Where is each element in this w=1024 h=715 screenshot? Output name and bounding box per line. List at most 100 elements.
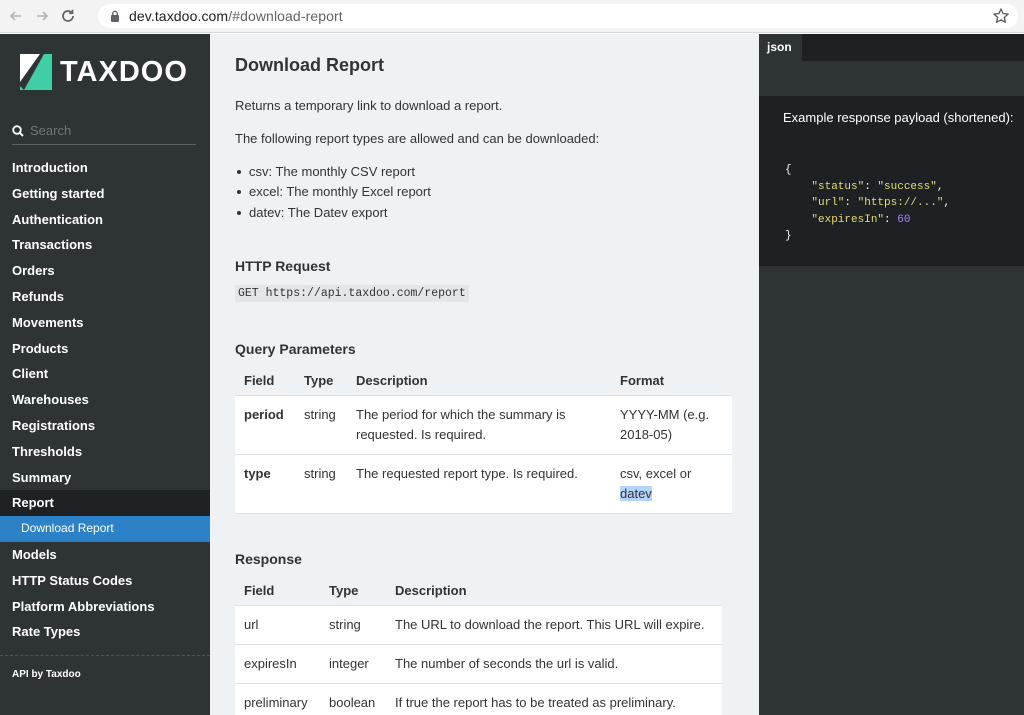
cell-field: period	[235, 394, 295, 454]
sidebar-footer-link[interactable]: API by Taxdoo	[12, 669, 81, 680]
table-row: period string The period for which the s…	[235, 394, 732, 454]
address-bar[interactable]: dev.taxdoo.com/#download-report	[98, 4, 1018, 28]
table-row: url string The URL to download the repor…	[235, 604, 722, 644]
sidebar-item-thresholds[interactable]: Thresholds	[0, 439, 210, 465]
sidebar-item-orders[interactable]: Orders	[0, 258, 210, 284]
reload-button[interactable]	[58, 6, 78, 26]
code-sample: { "status": "success", "url": "https://.…	[759, 140, 1024, 266]
sidebar-item-report[interactable]: Report	[0, 490, 210, 517]
cell-field: url	[235, 604, 320, 644]
code-key: "url"	[811, 197, 845, 209]
column-header: Field	[244, 583, 275, 599]
browser-toolbar: dev.taxdoo.com/#download-report	[0, 0, 1024, 33]
http-request-code: GET https://api.taxdoo.com/report	[235, 285, 469, 302]
selected-text: datev	[620, 485, 652, 501]
response-table: Field Type Description url string The UR…	[235, 577, 722, 715]
code-key: "expiresIn"	[811, 213, 885, 226]
table-row: expiresIn integer The number of seconds …	[235, 643, 722, 683]
tab-json[interactable]: json	[759, 34, 802, 61]
cell-type: string	[320, 604, 386, 644]
sidebar-item-products[interactable]: Products	[0, 336, 210, 362]
search-icon	[12, 125, 24, 137]
bookmark-star-icon[interactable]	[992, 7, 1010, 25]
table-row: preliminary boolean If true the report h…	[235, 682, 722, 715]
cell-description: The requested report type. Is required.	[347, 453, 611, 514]
cell-description: The URL to download the report. This URL…	[386, 604, 722, 644]
sidebar-item-warehouses[interactable]: Warehouses	[0, 387, 210, 413]
reload-icon	[62, 9, 74, 22]
cell-field: type	[235, 453, 295, 514]
language-tab-bar: json	[759, 34, 1024, 61]
lock-icon	[111, 10, 119, 22]
code-brace: }	[785, 230, 792, 242]
query-parameters-heading: Query Parameters	[235, 341, 356, 357]
table-row: type string The requested report type. I…	[235, 453, 732, 514]
main-content: Download Report Returns a temporary link…	[210, 34, 759, 715]
column-header: Format	[620, 373, 665, 389]
cell-format: YYYY-MM (e.g. 2018-05)	[611, 394, 732, 454]
forward-button[interactable]	[32, 6, 52, 26]
cell-type: integer	[320, 643, 386, 683]
code-key: "status"	[811, 180, 865, 193]
table-header-row: Field Type Description Format	[235, 367, 732, 395]
taxdoo-logo-icon	[20, 54, 52, 90]
logo[interactable]: TAXDOO	[20, 54, 188, 90]
cell-type: string	[295, 453, 347, 514]
cell-description: The number of seconds the url is valid.	[386, 643, 722, 683]
url-path: /#download-report	[228, 8, 343, 24]
sidebar-item-rate-types[interactable]: Rate Types	[0, 619, 210, 645]
code-brace: {	[785, 164, 792, 176]
sidebar-item-platform-abbreviations[interactable]: Platform Abbreviations	[0, 594, 210, 620]
intro-text: Returns a temporary link to download a r…	[235, 98, 503, 113]
column-header: Type	[329, 583, 359, 599]
cell-description: If true the report has to be treated as …	[386, 682, 722, 715]
arrow-right-icon	[37, 11, 49, 21]
cell-description: The period for which the summary is requ…	[347, 394, 611, 454]
search-input[interactable]	[30, 122, 190, 138]
arrow-left-icon	[9, 11, 21, 21]
sidebar-item-client[interactable]: Client	[0, 361, 210, 387]
cell-format: csv, excel or datev	[611, 453, 732, 514]
sidebar: TAXDOO Introduction Getting started Auth…	[0, 34, 210, 715]
logo-text: TAXDOO	[60, 55, 188, 88]
query-parameters-table: Field Type Description Format period str…	[235, 367, 732, 514]
sidebar-divider	[0, 655, 210, 656]
back-button[interactable]	[6, 6, 26, 26]
url-text: dev.taxdoo.com/#download-report	[129, 8, 343, 24]
column-header: Description	[356, 373, 428, 389]
cell-type: string	[295, 394, 347, 454]
code-description: Example response payload (shortened):	[759, 96, 1024, 140]
code-value: 60	[897, 213, 911, 226]
sidebar-item-models[interactable]: Models	[0, 542, 210, 568]
column-header: Type	[304, 373, 334, 389]
page-title: Download Report	[235, 55, 384, 75]
sidebar-item-authentication[interactable]: Authentication	[0, 207, 210, 233]
url-host: dev.taxdoo.com	[129, 8, 229, 24]
list-item: excel: The monthly Excel report	[235, 182, 431, 202]
cell-type: boolean	[320, 682, 386, 715]
format-text: csv, excel or	[620, 465, 692, 481]
list-item: csv: The monthly CSV report	[235, 162, 431, 182]
sidebar-nav: Introduction Getting started Authenticat…	[0, 155, 210, 645]
sidebar-item-http-status-codes[interactable]: HTTP Status Codes	[0, 568, 210, 594]
table-header-row: Field Type Description	[235, 577, 722, 605]
cell-field: expiresIn	[235, 643, 320, 683]
list-item: datev: The Datev export	[235, 203, 431, 223]
sidebar-item-summary[interactable]: Summary	[0, 465, 210, 491]
column-header: Field	[244, 373, 275, 389]
code-value: "success"	[877, 180, 937, 193]
report-types-list: csv: The monthly CSV report excel: The m…	[235, 162, 431, 223]
types-intro-text: The following report types are allowed a…	[235, 131, 600, 146]
sidebar-item-refunds[interactable]: Refunds	[0, 284, 210, 310]
code-panel: json Example response payload (shortened…	[759, 34, 1024, 715]
search-box[interactable]	[12, 122, 196, 145]
column-header: Description	[395, 583, 467, 599]
sidebar-item-download-report[interactable]: Download Report	[0, 516, 210, 542]
code-value: "https://..."	[857, 197, 944, 209]
cell-field: preliminary	[235, 682, 320, 715]
sidebar-item-getting-started[interactable]: Getting started	[0, 181, 210, 207]
sidebar-item-movements[interactable]: Movements	[0, 310, 210, 336]
sidebar-item-registrations[interactable]: Registrations	[0, 413, 210, 439]
sidebar-item-introduction[interactable]: Introduction	[0, 155, 210, 181]
sidebar-item-transactions[interactable]: Transactions	[0, 232, 210, 258]
